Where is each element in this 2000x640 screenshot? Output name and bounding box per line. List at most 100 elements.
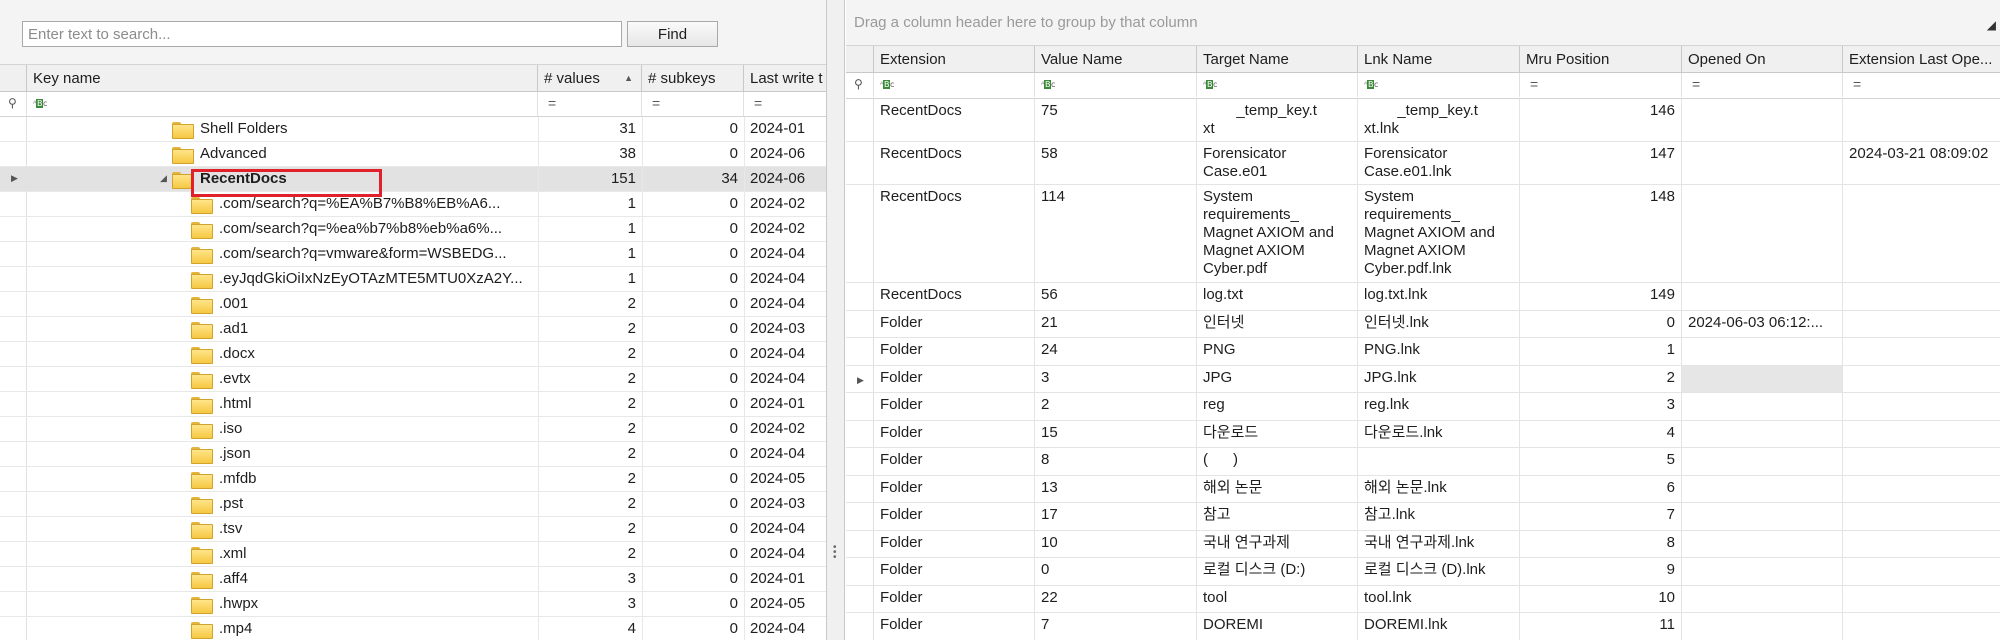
extension-cell[interactable]: RecentDocs [874, 283, 1035, 310]
value-name-cell[interactable]: 17 [1035, 503, 1197, 530]
opened-on-cell[interactable] [1682, 558, 1843, 585]
value-name-cell[interactable]: 0 [1035, 558, 1197, 585]
grid-row[interactable]: Folder 15 다운로드 다운로드.lnk 4 [846, 421, 2000, 448]
mru-position-cell[interactable]: 10 [1520, 586, 1682, 612]
filter-opened-on[interactable]: = [1682, 73, 1843, 97]
grid-row[interactable]: RecentDocs 75 _temp_key.t xt _temp_key.t … [846, 99, 2000, 142]
extension-last-opened-cell[interactable] [1843, 283, 2000, 310]
value-name-cell[interactable]: 21 [1035, 311, 1197, 337]
filter-last-write[interactable]: = [744, 92, 826, 116]
value-name-cell[interactable]: 56 [1035, 283, 1197, 310]
tree-row[interactable]: .pst 2 0 2024-03 [0, 492, 826, 517]
lnk-name-cell[interactable]: JPG.lnk [1358, 366, 1520, 392]
lnk-name-cell[interactable]: PNG.lnk [1358, 338, 1520, 365]
extension-last-opened-cell[interactable] [1843, 503, 2000, 530]
search-input[interactable] [22, 21, 622, 47]
grid-row[interactable]: Folder 7 DOREMI DOREMI.lnk 11 [846, 613, 2000, 640]
tree-row[interactable]: Advanced 38 0 2024-06 [0, 142, 826, 167]
grid-row[interactable]: Folder 24 PNG PNG.lnk 1 [846, 338, 2000, 366]
column-header-value-name[interactable]: Value Name [1035, 46, 1197, 73]
extension-cell[interactable]: Folder [874, 366, 1035, 392]
extension-last-opened-cell[interactable] [1843, 421, 2000, 447]
tree-row[interactable]: .xml 2 0 2024-04 [0, 542, 826, 567]
extension-cell[interactable]: Folder [874, 531, 1035, 557]
extension-cell[interactable]: Folder [874, 613, 1035, 640]
value-name-cell[interactable]: 114 [1035, 185, 1197, 282]
value-name-cell[interactable]: 2 [1035, 393, 1197, 420]
grid-row[interactable]: Folder 17 참고 참고.lnk 7 [846, 503, 2000, 531]
extension-last-opened-cell[interactable] [1843, 448, 2000, 475]
tree-row[interactable]: .mfdb 2 0 2024-05 [0, 467, 826, 492]
extension-cell[interactable]: RecentDocs [874, 99, 1035, 141]
tree-row[interactable]: .tsv 2 0 2024-04 [0, 517, 826, 542]
grid-row[interactable]: Folder 13 해외 논문 해외 논문.lnk 6 [846, 476, 2000, 503]
target-name-cell[interactable]: 국내 연구과제 [1197, 531, 1358, 557]
opened-on-cell[interactable]: 2024-06-03 06:12:... [1682, 311, 1843, 337]
target-name-cell[interactable]: reg [1197, 393, 1358, 420]
tree-row[interactable]: .com/search?q=%ea%b7%b8%eb%a6%... 1 0 2024-… [0, 217, 826, 242]
column-header-last-write[interactable]: Last write t [744, 65, 826, 92]
column-header-opened-on[interactable]: Opened On [1682, 46, 1843, 73]
tree-row[interactable]: .hwpx 3 0 2024-05 [0, 592, 826, 617]
lnk-name-cell[interactable]: log.txt.lnk [1358, 283, 1520, 310]
grid-row[interactable]: RecentDocs 58 Forensicator Case.e01 Forensi… [846, 142, 2000, 185]
filter-lnk-name[interactable]: ᴬBc [1358, 73, 1520, 97]
column-header-target-name[interactable]: Target Name [1197, 46, 1358, 73]
opened-on-cell[interactable] [1682, 142, 1843, 184]
lnk-name-cell[interactable] [1358, 448, 1520, 475]
target-name-cell[interactable]: System requirements_ Magnet AXIOM and Ma… [1197, 185, 1358, 282]
filter-value-name[interactable]: ᴬBc [1035, 73, 1197, 97]
target-name-cell[interactable]: ( ) [1197, 448, 1358, 475]
tree-row[interactable]: .com/search?q=%EA%B7%B8%EB%A6... 1 0 2024-0… [0, 192, 826, 217]
extension-cell[interactable]: Folder [874, 476, 1035, 502]
target-name-cell[interactable]: DOREMI [1197, 613, 1358, 640]
tree-row[interactable]: ▶ ◢ RecentDocs 151 34 2024-06 [0, 167, 826, 192]
opened-on-cell[interactable] [1682, 185, 1843, 282]
tree-row[interactable]: .docx 2 0 2024-04 [0, 342, 826, 367]
lnk-name-cell[interactable]: System requirements_ Magnet AXIOM and Ma… [1358, 185, 1520, 282]
grid-row[interactable]: Folder 21 인터넷 인터넷.lnk 0 2024-06-03 06:12:... [846, 311, 2000, 338]
extension-last-opened-cell[interactable] [1843, 366, 2000, 392]
column-header-mru-position[interactable]: Mru Position [1520, 46, 1682, 73]
filter-extension-last-opened[interactable]: = [1843, 73, 2000, 97]
opened-on-cell[interactable] [1682, 531, 1843, 557]
extension-cell[interactable]: Folder [874, 393, 1035, 420]
extension-last-opened-cell[interactable] [1843, 393, 2000, 420]
opened-on-cell[interactable] [1682, 366, 1843, 392]
opened-on-cell[interactable] [1682, 338, 1843, 365]
target-name-cell[interactable]: JPG [1197, 366, 1358, 392]
extension-cell[interactable]: Folder [874, 421, 1035, 447]
lnk-name-cell[interactable]: _temp_key.t xt.lnk [1358, 99, 1520, 141]
extension-last-opened-cell[interactable] [1843, 185, 2000, 282]
opened-on-cell[interactable] [1682, 283, 1843, 310]
value-name-cell[interactable]: 13 [1035, 476, 1197, 502]
column-header-lnk-name[interactable]: Lnk Name [1358, 46, 1520, 73]
extension-cell[interactable]: Folder [874, 448, 1035, 475]
column-header-subkeys[interactable]: # subkeys [642, 65, 744, 92]
extension-last-opened-cell[interactable] [1843, 476, 2000, 502]
mru-position-cell[interactable]: 2 [1520, 366, 1682, 392]
grid-row[interactable]: Folder 8( ) 5 [846, 448, 2000, 476]
lnk-name-cell[interactable]: 다운로드.lnk [1358, 421, 1520, 447]
lnk-name-cell[interactable]: 해외 논문.lnk [1358, 476, 1520, 502]
column-header-values[interactable]: # values ▲ [538, 65, 642, 92]
opened-on-cell[interactable] [1682, 421, 1843, 447]
grid-row[interactable]: RecentDocs 114 System requirements_ Magnet… [846, 185, 2000, 283]
target-name-cell[interactable]: PNG [1197, 338, 1358, 365]
value-name-cell[interactable]: 10 [1035, 531, 1197, 557]
extension-last-opened-cell[interactable] [1843, 338, 2000, 365]
tree-row[interactable]: .evtx 2 0 2024-04 [0, 367, 826, 392]
extension-cell[interactable]: Folder [874, 586, 1035, 612]
opened-on-cell[interactable] [1682, 613, 1843, 640]
extension-last-opened-cell[interactable] [1843, 558, 2000, 585]
extension-cell[interactable]: Folder [874, 338, 1035, 365]
tree-row[interactable]: .com/search?q=vmware&form=WSBEDG... 1 0 202… [0, 242, 826, 267]
mru-position-cell[interactable]: 4 [1520, 421, 1682, 447]
opened-on-cell[interactable] [1682, 448, 1843, 475]
tree-row[interactable]: .001 2 0 2024-04 [0, 292, 826, 317]
tree-row[interactable]: .json 2 0 2024-04 [0, 442, 826, 467]
mru-position-cell[interactable]: 1 [1520, 338, 1682, 365]
mru-position-cell[interactable]: 8 [1520, 531, 1682, 557]
lnk-name-cell[interactable]: 국내 연구과제.lnk [1358, 531, 1520, 557]
target-name-cell[interactable]: 참고 [1197, 503, 1358, 530]
